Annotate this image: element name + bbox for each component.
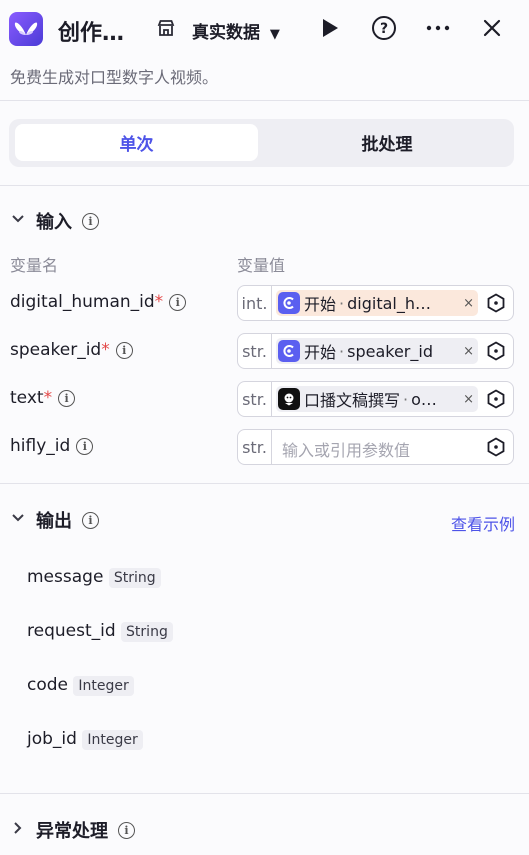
variable-value-field[interactable]: str. 开始 · speaker_id ×	[237, 333, 514, 369]
divider	[0, 483, 529, 484]
output-type-badge: String	[121, 622, 173, 642]
separator: ·	[339, 293, 345, 313]
info-icon[interactable]: i	[118, 821, 135, 839]
chevron-down-icon	[10, 213, 26, 229]
output-field-name: message	[27, 567, 104, 587]
output-field: job_id Integer	[27, 729, 143, 750]
info-icon[interactable]: i	[169, 293, 187, 311]
output-type-badge: Integer	[73, 676, 134, 696]
input-row-label: speaker_id* i	[10, 340, 133, 360]
start-node-icon	[278, 340, 300, 362]
info-icon[interactable]: i	[58, 389, 76, 407]
column-header-value: 变量值	[237, 256, 286, 275]
input-row-label: text* i	[10, 388, 76, 408]
more-button[interactable]	[424, 14, 452, 42]
required-mark: *	[101, 340, 110, 360]
separator: ·	[339, 341, 345, 361]
data-source-label: 真实数据	[192, 23, 260, 43]
reference-chip[interactable]: 口播文稿撰写 · o… ×	[276, 386, 478, 412]
more-icon	[426, 25, 450, 31]
reference-source: 开始	[304, 295, 337, 314]
exception-section-header[interactable]: 异常处理 i	[10, 817, 135, 843]
help-button[interactable]: ?	[370, 14, 398, 42]
data-source-select[interactable]: 真实数据 ▼	[192, 18, 280, 43]
svg-text:?: ?	[380, 21, 388, 37]
variable-picker-icon[interactable]	[486, 389, 506, 409]
reference-variable: o…	[411, 389, 437, 409]
exception-section-title: 异常处理	[36, 821, 108, 842]
input-row-label: digital_human_id* i	[10, 292, 187, 312]
remove-reference-icon[interactable]: ×	[457, 296, 474, 311]
view-example-link[interactable]: 查看示例	[451, 511, 515, 535]
info-icon[interactable]: i	[82, 511, 99, 529]
output-field: request_id String	[27, 621, 173, 642]
variable-picker-icon[interactable]	[486, 293, 506, 313]
run-button[interactable]	[316, 14, 344, 42]
output-field-name: request_id	[27, 621, 116, 641]
value-input-placeholder[interactable]: 输入或引用参数值	[282, 437, 410, 461]
output-field: code Integer	[27, 675, 134, 696]
type-label: str.	[238, 430, 272, 464]
mode-tabs: 单次 批处理	[9, 119, 514, 167]
required-mark: *	[43, 388, 53, 408]
tab-batch[interactable]: 批处理	[266, 124, 508, 161]
required-mark: *	[154, 292, 164, 312]
type-label: int.	[238, 286, 272, 320]
start-node-icon	[278, 292, 300, 314]
input-row-label: hifly_id i	[10, 436, 94, 456]
variable-picker-icon[interactable]	[486, 341, 506, 361]
node-title[interactable]: 创作…	[58, 15, 124, 47]
plugin-logo-icon	[9, 12, 43, 46]
tab-single[interactable]: 单次	[15, 124, 258, 161]
input-section-title: 输入	[36, 212, 72, 233]
chevron-right-icon	[10, 821, 26, 839]
llm-node-icon	[278, 388, 300, 410]
remove-reference-icon[interactable]: ×	[457, 392, 474, 407]
output-field-name: job_id	[27, 729, 77, 749]
variable-name: hifly_id	[10, 436, 71, 456]
store-icon[interactable]	[152, 14, 180, 42]
variable-picker-icon[interactable]	[486, 437, 506, 457]
divider	[0, 185, 529, 186]
variable-value-field[interactable]: int. 开始 · digital_h… ×	[237, 285, 514, 321]
reference-chip[interactable]: 开始 · speaker_id ×	[276, 338, 478, 364]
output-type-badge: String	[108, 568, 161, 588]
node-description: 免费生成对口型数字人视频。	[10, 68, 219, 87]
chevron-down-icon	[10, 512, 26, 528]
type-label: str.	[238, 334, 272, 368]
info-icon[interactable]: i	[76, 437, 94, 455]
reference-variable: digital_h…	[347, 293, 431, 313]
output-field: message String	[27, 567, 161, 588]
output-field-name: code	[27, 675, 68, 695]
close-icon	[483, 19, 501, 37]
separator: ·	[403, 389, 409, 409]
variable-value-field[interactable]: str. 口播文稿撰写 · o… ×	[237, 381, 514, 417]
reference-chip[interactable]: 开始 · digital_h… ×	[276, 290, 478, 316]
input-section-header[interactable]: 输入 i	[10, 208, 99, 234]
variable-name: text	[10, 388, 44, 408]
panel-header: 创作… 真实数据 ▼ ?	[0, 0, 529, 60]
column-header-name: 变量名	[10, 256, 59, 275]
output-section-title: 输出	[36, 511, 72, 532]
reference-source: 口播文稿撰写	[304, 391, 401, 410]
info-icon[interactable]: i	[82, 212, 99, 230]
reference-source: 开始	[304, 343, 337, 362]
variable-value-field[interactable]: str. 输入或引用参数值	[237, 429, 514, 465]
close-button[interactable]	[478, 14, 506, 42]
output-type-badge: Integer	[82, 730, 143, 750]
variable-name: digital_human_id	[10, 292, 155, 312]
play-icon	[323, 19, 338, 37]
info-icon[interactable]: i	[115, 341, 133, 359]
variable-name: speaker_id	[10, 340, 102, 360]
caret-down-icon: ▼	[269, 27, 280, 42]
remove-reference-icon[interactable]: ×	[457, 344, 474, 359]
reference-variable: speaker_id	[347, 341, 433, 361]
divider	[0, 793, 529, 794]
question-icon: ?	[372, 16, 396, 40]
type-label: str.	[238, 382, 272, 416]
output-section-header[interactable]: 输出 i	[10, 507, 99, 533]
divider	[0, 100, 529, 101]
